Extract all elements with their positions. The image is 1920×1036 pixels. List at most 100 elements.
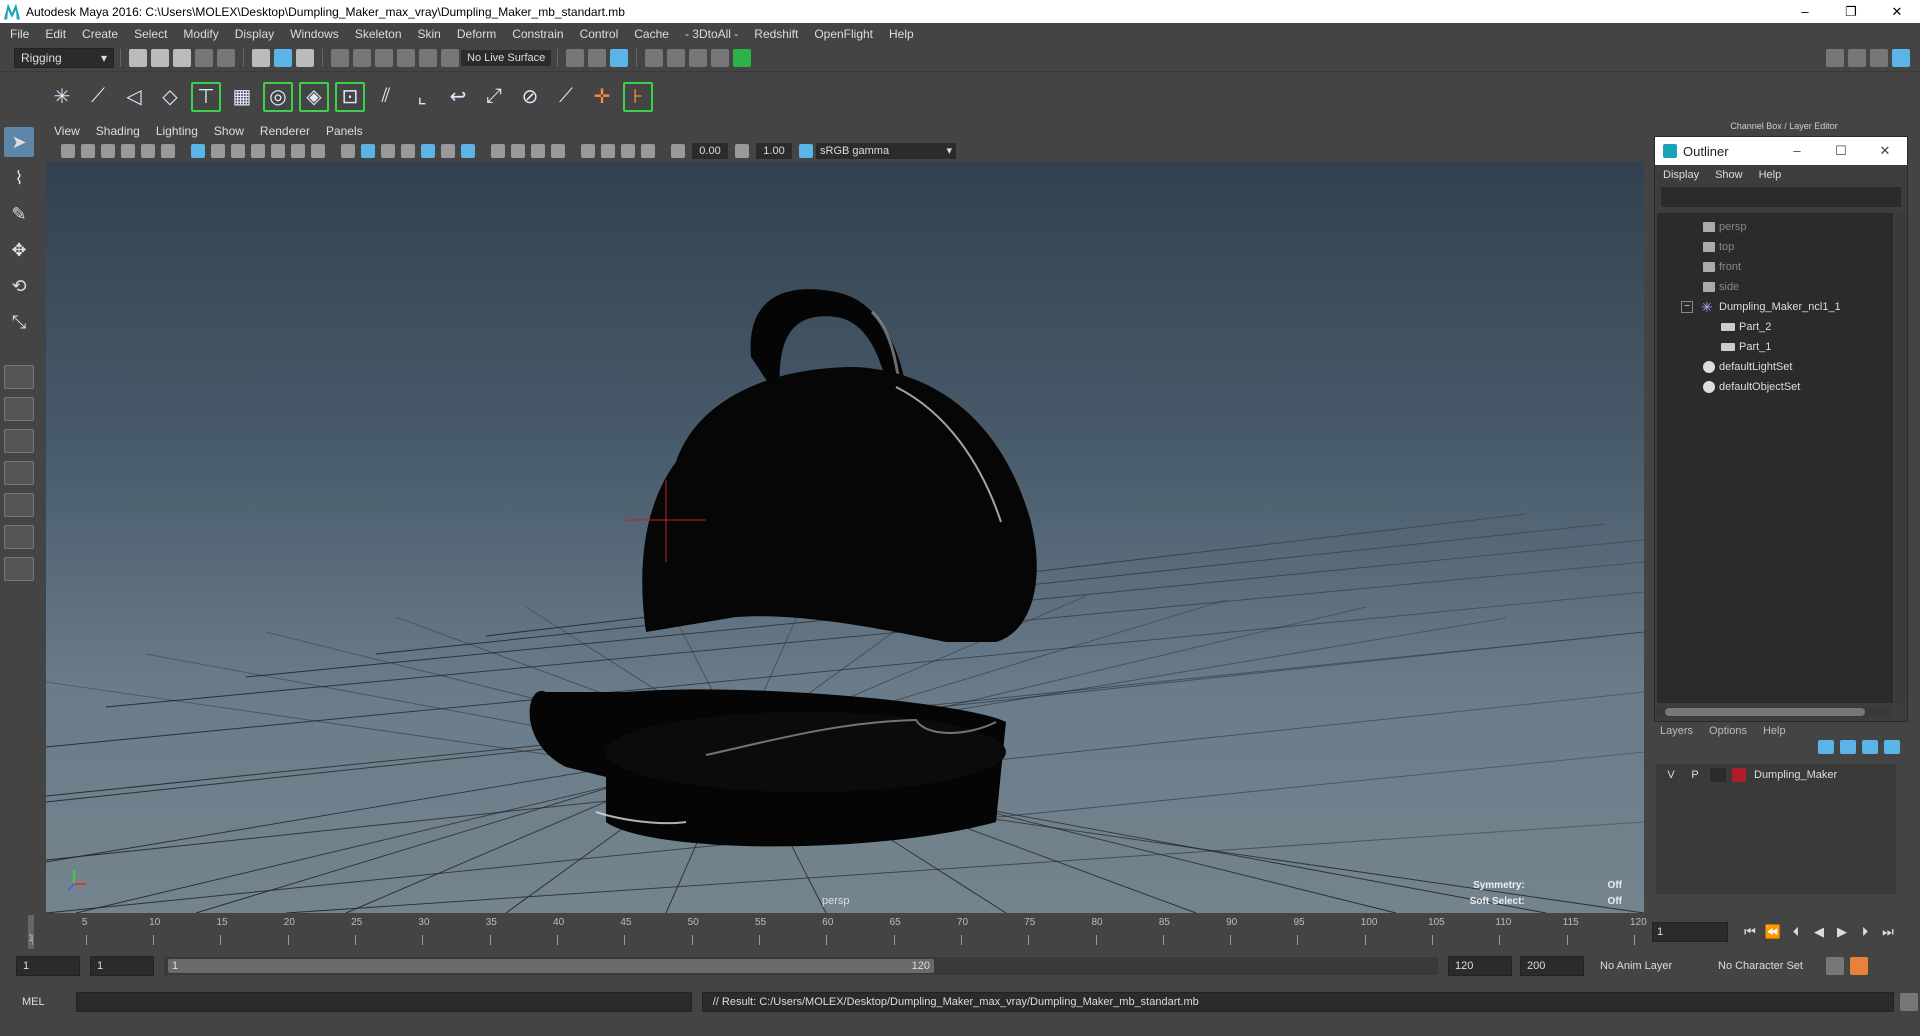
outliner-persp-layout-icon[interactable] (4, 525, 34, 549)
new-layer-from-selected-icon[interactable] (1884, 740, 1900, 754)
point-constraint-icon[interactable]: ⫽ (371, 82, 401, 112)
paint-select-icon[interactable]: ✎ (4, 199, 34, 229)
minimize-button[interactable]: – (1782, 0, 1828, 23)
ik-handle-icon[interactable]: ⟋ (83, 82, 113, 112)
snap-grid-icon[interactable] (331, 48, 349, 67)
menu-create[interactable]: Create (82, 27, 118, 41)
playback-start-field[interactable]: 1 (90, 956, 154, 976)
menu-set-dropdown[interactable]: Rigging ▾ (14, 47, 114, 68)
menu-edit[interactable]: Edit (45, 27, 66, 41)
live-surface-field[interactable]: No Live Surface (461, 49, 552, 66)
menu-cache[interactable]: Cache (634, 27, 669, 41)
smooth-shade-icon[interactable] (361, 144, 375, 158)
menu-openflight[interactable]: OpenFlight (814, 27, 873, 41)
hud-icon[interactable] (641, 144, 655, 158)
collapse-toggle-icon[interactable]: − (1681, 301, 1693, 313)
select-object-icon[interactable] (274, 48, 292, 67)
persp-graph-layout-icon[interactable] (4, 461, 34, 485)
panel-menu-shading[interactable]: Shading (96, 124, 140, 138)
render-view-icon[interactable] (645, 48, 664, 67)
aim-constraint-icon[interactable]: ↩ (443, 82, 473, 112)
exposure-field[interactable]: 0.00 (692, 143, 728, 159)
select-component-icon[interactable] (296, 48, 314, 67)
range-slider[interactable]: 1 120 (164, 957, 1438, 975)
locator-icon[interactable]: ✛ (587, 82, 617, 112)
insert-joint-icon[interactable]: ◇ (155, 82, 185, 112)
outliner-menu-help[interactable]: Help (1759, 169, 1782, 181)
layer-display-type[interactable] (1710, 768, 1726, 782)
outliner-item[interactable]: defaultObjectSet (1657, 377, 1893, 397)
tool-settings-icon[interactable] (1870, 48, 1888, 67)
isolate-select-icon[interactable] (581, 144, 595, 158)
snap-curve-icon[interactable] (353, 48, 371, 67)
move-layer-up-icon[interactable] (1818, 740, 1834, 754)
command-input[interactable] (75, 992, 692, 1012)
step-back-frame-icon[interactable]: ⏴ (1786, 922, 1806, 942)
play-forwards-icon[interactable]: ▶ (1832, 922, 1852, 942)
animation-prefs-icon[interactable] (1850, 957, 1868, 975)
menu-windows[interactable]: Windows (290, 27, 339, 41)
color-management-icon[interactable] (799, 144, 813, 158)
animation-end-field[interactable]: 200 (1520, 956, 1584, 976)
redo-icon[interactable] (217, 48, 235, 67)
go-to-start-icon[interactable]: ⏮ (1740, 922, 1760, 942)
snap-magnet-icon[interactable] (441, 48, 459, 67)
panel-menu-renderer[interactable]: Renderer (260, 124, 310, 138)
default-lighting-icon[interactable] (381, 144, 395, 158)
xray-joints-icon[interactable] (601, 144, 615, 158)
motion-blur-icon[interactable] (511, 144, 525, 158)
outliner-item[interactable]: side (1657, 277, 1893, 297)
hypershade-layout-icon[interactable] (4, 493, 34, 517)
move-layer-down-icon[interactable] (1840, 740, 1856, 754)
scrollbar-thumb[interactable] (1665, 708, 1865, 716)
snap-point-icon[interactable] (375, 48, 393, 67)
menu-3dtoall[interactable]: - 3DtoAll - (685, 27, 738, 41)
image-plane-icon[interactable] (121, 144, 135, 158)
save-scene-icon[interactable] (173, 48, 191, 67)
menu-modify[interactable]: Modify (183, 27, 218, 41)
menu-skeleton[interactable]: Skeleton (355, 27, 402, 41)
blend-shape-icon[interactable]: ⊡ (335, 81, 365, 112)
new-layer-icon[interactable] (1862, 740, 1878, 754)
gamma-icon[interactable] (735, 144, 749, 158)
pole-vector-icon[interactable]: ⟋ (551, 82, 581, 112)
select-tool-icon[interactable]: ➤ (4, 127, 34, 157)
ipr-render-icon[interactable] (689, 48, 708, 67)
safe-title-icon[interactable] (311, 144, 325, 158)
outliner-item[interactable]: Part_1 (1657, 337, 1893, 357)
grease-pencil-icon[interactable] (161, 144, 175, 158)
menu-redshift[interactable]: Redshift (754, 27, 798, 41)
anim-layer-dropdown[interactable]: No Anim Layer (1600, 960, 1710, 972)
outliner-item[interactable]: top (1657, 237, 1893, 257)
render-settings-icon[interactable] (711, 48, 730, 67)
textured-icon[interactable] (401, 144, 415, 158)
bookmark-icon[interactable] (101, 144, 115, 158)
layer-visibility-toggle[interactable]: V (1662, 769, 1680, 781)
time-slider[interactable]: 1 5 10 15 20 25 30 35 40 45 50 55 60 65 70 75 80 85 90 95 10… (28, 915, 1647, 949)
playback-end-field[interactable]: 120 (1448, 956, 1512, 976)
auto-key-icon[interactable] (1826, 957, 1844, 975)
lasso-tool-icon[interactable]: ⌇ (4, 163, 34, 193)
resolution-gate-icon[interactable] (231, 144, 245, 158)
ik-spline-icon[interactable]: ◁ (119, 82, 149, 112)
layer-menu-options[interactable]: Options (1709, 725, 1747, 737)
wireframe-icon[interactable] (341, 144, 355, 158)
all-lights-icon[interactable] (441, 144, 455, 158)
outliner-menu-display[interactable]: Display (1663, 169, 1699, 181)
panel-menu-show[interactable]: Show (214, 124, 244, 138)
move-tool-icon[interactable]: ✥ (4, 235, 34, 265)
film-gate-icon[interactable] (211, 144, 225, 158)
current-frame-field[interactable]: 1 (1652, 922, 1728, 942)
snap-view-icon[interactable] (397, 48, 415, 67)
outliner-close-button[interactable]: ✕ (1863, 143, 1907, 159)
single-perspective-layout-icon[interactable] (4, 365, 34, 389)
menu-deform[interactable]: Deform (457, 27, 496, 41)
gate-mask-icon[interactable] (251, 144, 265, 158)
script-editor-icon[interactable] (1900, 993, 1919, 1011)
range-slider-thumb[interactable]: 1 120 (168, 959, 934, 973)
outliner-minimize-button[interactable]: – (1775, 143, 1819, 159)
layer-color-swatch[interactable] (1732, 768, 1746, 782)
lattice-icon[interactable]: ▦ (227, 82, 257, 112)
outliner-item[interactable]: persp (1657, 217, 1893, 237)
menu-constrain[interactable]: Constrain (512, 27, 563, 41)
